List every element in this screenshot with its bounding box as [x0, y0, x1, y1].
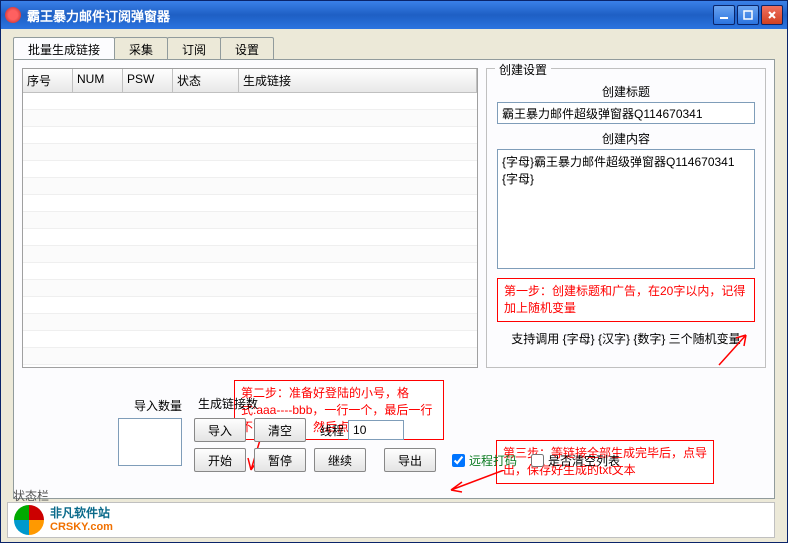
- col-index: 序号: [23, 69, 73, 92]
- tab-collect[interactable]: 采集: [114, 37, 168, 59]
- table-row: [23, 110, 477, 127]
- table-row: [23, 212, 477, 229]
- import-button[interactable]: 导入: [194, 418, 246, 442]
- clear-button[interactable]: 清空: [254, 418, 306, 442]
- content-label: 创建内容: [497, 130, 755, 147]
- step1-note: 第一步：创建标题和广告，在20字以内，记得加上随机变量: [497, 278, 755, 322]
- tab-bar: 批量生成链接 采集 订阅 设置: [13, 37, 775, 59]
- support-text: 支持调用 {字母} {汉字} {数字} 三个随机变量: [497, 330, 755, 347]
- table-row: [23, 297, 477, 314]
- table-row: [23, 144, 477, 161]
- table-row: [23, 93, 477, 110]
- table-row: [23, 229, 477, 246]
- brand-name-cn: 非凡软件站: [50, 506, 113, 520]
- gen-count-label: 生成链接数: [198, 397, 258, 411]
- title-input[interactable]: [497, 102, 755, 124]
- maximize-button[interactable]: [737, 5, 759, 25]
- link-table[interactable]: 序号 NUM PSW 状态 生成链接: [22, 68, 478, 368]
- table-row: [23, 263, 477, 280]
- tab-label: 订阅: [182, 43, 206, 57]
- table-row: [23, 161, 477, 178]
- table-row: [23, 246, 477, 263]
- tab-label: 批量生成链接: [28, 43, 100, 57]
- tab-subscribe[interactable]: 订阅: [167, 37, 221, 59]
- import-count-box: [118, 418, 182, 466]
- tab-label: 设置: [235, 43, 259, 57]
- thread-label: 线程: [320, 422, 344, 439]
- window-control-buttons: [713, 5, 783, 25]
- col-status: 状态: [173, 69, 239, 92]
- table-row: [23, 314, 477, 331]
- clear-list-check-input[interactable]: [531, 454, 544, 467]
- clear-list-checkbox[interactable]: 是否清空列表: [531, 452, 620, 469]
- content-input[interactable]: [497, 149, 755, 269]
- clear-list-check-label: 是否清空列表: [548, 452, 620, 469]
- close-button[interactable]: [761, 5, 783, 25]
- import-count-label: 导入数量: [134, 399, 182, 413]
- right-panel: 创建设置 创建标题 创建内容 第一步：创建标题和广告，在20字以内，记得加上随机…: [486, 68, 766, 368]
- continue-button[interactable]: 继续: [314, 448, 366, 472]
- col-psw: PSW: [123, 69, 173, 92]
- brand-name-en: CRSKY.com: [50, 521, 113, 534]
- table-row: [23, 127, 477, 144]
- status-bar: 非凡软件站 CRSKY.com: [7, 502, 775, 538]
- titlebar: 霸王暴力邮件订阅弹窗器: [1, 1, 787, 29]
- create-settings-group: 创建设置 创建标题 创建内容 第一步：创建标题和广告，在20字以内，记得加上随机…: [486, 68, 766, 368]
- remote-code-check-label: 远程打码: [469, 452, 517, 469]
- brand-text: 非凡软件站 CRSKY.com: [50, 506, 113, 534]
- minimize-button[interactable]: [713, 5, 735, 25]
- main-area: 序号 NUM PSW 状态 生成链接: [22, 68, 766, 368]
- table-header: 序号 NUM PSW 状态 生成链接: [23, 69, 477, 93]
- export-button[interactable]: 导出: [384, 448, 436, 472]
- start-button[interactable]: 开始: [194, 448, 246, 472]
- table-body: [23, 93, 477, 373]
- window-title: 霸王暴力邮件订阅弹窗器: [27, 6, 713, 25]
- table-row: [23, 178, 477, 195]
- app-window: 霸王暴力邮件订阅弹窗器 批量生成链接 采集 订阅 设置: [0, 0, 788, 543]
- group-title: 创建设置: [495, 61, 551, 78]
- tab-settings[interactable]: 设置: [220, 37, 274, 59]
- tab-page: 序号 NUM PSW 状态 生成链接: [13, 59, 775, 499]
- thread-input[interactable]: [348, 420, 404, 440]
- bottom-controls: 导入数量 生成链接数 导入 清空 线程 开始 暂停: [22, 395, 766, 490]
- col-num: NUM: [73, 69, 123, 92]
- app-icon: [5, 7, 21, 23]
- table-row: [23, 348, 477, 365]
- remote-code-checkbox[interactable]: 远程打码: [452, 452, 517, 469]
- pause-button[interactable]: 暂停: [254, 448, 306, 472]
- client-area: 批量生成链接 采集 订阅 设置 序号 NUM PSW 状态 生成链接: [1, 29, 787, 542]
- col-link: 生成链接: [239, 69, 477, 92]
- title-label: 创建标题: [497, 83, 755, 100]
- remote-code-check-input[interactable]: [452, 454, 465, 467]
- tab-label: 采集: [129, 43, 153, 57]
- brand-logo-icon: [14, 505, 44, 535]
- tab-batch-generate[interactable]: 批量生成链接: [13, 37, 115, 59]
- table-row: [23, 280, 477, 297]
- table-row: [23, 195, 477, 212]
- table-row: [23, 331, 477, 348]
